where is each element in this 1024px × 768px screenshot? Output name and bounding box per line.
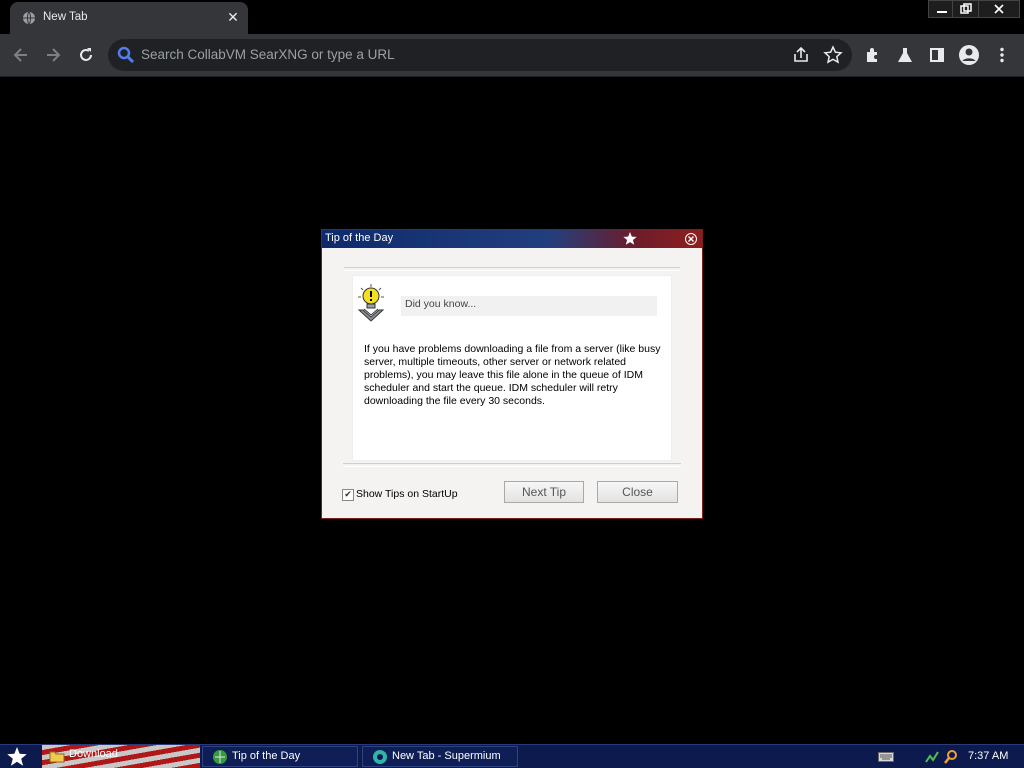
tab-title: New Tab	[43, 11, 88, 23]
taskbar: Download Tip of the Day New Tab - Superm…	[0, 744, 1024, 768]
back-icon	[13, 48, 27, 62]
tab-close-icon[interactable]: ✕	[224, 9, 242, 27]
close-icon	[994, 4, 1004, 14]
dialog-title: Tip of the Day	[325, 232, 394, 244]
labs-icon	[898, 48, 912, 62]
side-panel-icon	[930, 48, 944, 62]
task-new-tab-supermium[interactable]: New Tab - Supermium	[362, 746, 518, 767]
task-tip-of-the-day[interactable]: Tip of the Day	[202, 746, 358, 767]
tip-of-the-day-dialog: Tip of the Day Did you know... If you ha…	[321, 229, 703, 519]
extensions-icon	[867, 48, 877, 62]
start-star-icon[interactable]	[6, 747, 28, 767]
minimize-icon	[937, 11, 947, 13]
dialog-titlebar[interactable]: Tip of the Day	[322, 230, 702, 248]
forward-button[interactable]	[40, 42, 66, 68]
star-icon	[623, 232, 637, 245]
next-tip-button[interactable]: Next Tip	[504, 481, 584, 503]
restore-button[interactable]	[952, 0, 980, 18]
show-tips-label: Show Tips on StartUp	[356, 488, 458, 500]
close-button[interactable]: Close	[597, 481, 678, 503]
menu-icon	[1000, 47, 1004, 63]
address-bar[interactable]: Search CollabVM SearXNG or type a URL	[108, 39, 852, 71]
flag-banner	[42, 745, 200, 768]
tip-text: If you have problems downloading a file …	[364, 343, 661, 407]
keyboard-icon[interactable]	[878, 752, 894, 762]
search-tray-icon[interactable]	[943, 749, 959, 765]
globe-icon	[23, 11, 35, 25]
dialog-close-icon[interactable]	[684, 232, 698, 246]
bottom-separator	[343, 463, 681, 467]
task-label: New Tab - Supermium	[392, 750, 501, 762]
window-close-button[interactable]	[978, 0, 1020, 18]
forward-icon	[47, 48, 61, 62]
browser-toolbar: Search CollabVM SearXNG or type a URL	[0, 34, 1024, 77]
download-folder-item[interactable]: Download	[69, 748, 118, 760]
clock: 7:37 AM	[968, 750, 1009, 762]
network-icon[interactable]	[924, 749, 940, 765]
reload-icon	[80, 48, 92, 61]
share-icon[interactable]	[791, 45, 811, 65]
extensions-button[interactable]	[860, 42, 886, 68]
tab-strip: New Tab ✕	[0, 0, 1024, 34]
folder-icon	[49, 751, 65, 763]
task-label: Tip of the Day	[232, 750, 301, 762]
lightbulb-icon	[357, 284, 385, 322]
bookmark-star-icon[interactable]	[823, 45, 843, 65]
top-separator	[344, 267, 680, 271]
menu-button[interactable]	[989, 42, 1015, 68]
restore-icon	[960, 3, 972, 14]
tab-new-tab[interactable]: New Tab ✕	[10, 2, 248, 34]
labs-button[interactable]	[892, 42, 918, 68]
back-button[interactable]	[8, 42, 34, 68]
did-you-know-heading: Did you know...	[405, 298, 477, 310]
side-panel-button[interactable]	[924, 42, 950, 68]
reload-button[interactable]	[73, 42, 99, 68]
idm-globe-icon	[213, 750, 227, 764]
profile-button[interactable]	[956, 42, 982, 68]
search-icon	[117, 46, 135, 64]
address-bar-placeholder: Search CollabVM SearXNG or type a URL	[141, 47, 395, 62]
show-tips-checkbox[interactable]: ✔	[342, 489, 354, 501]
profile-icon	[959, 45, 979, 65]
supermium-icon	[373, 750, 387, 764]
